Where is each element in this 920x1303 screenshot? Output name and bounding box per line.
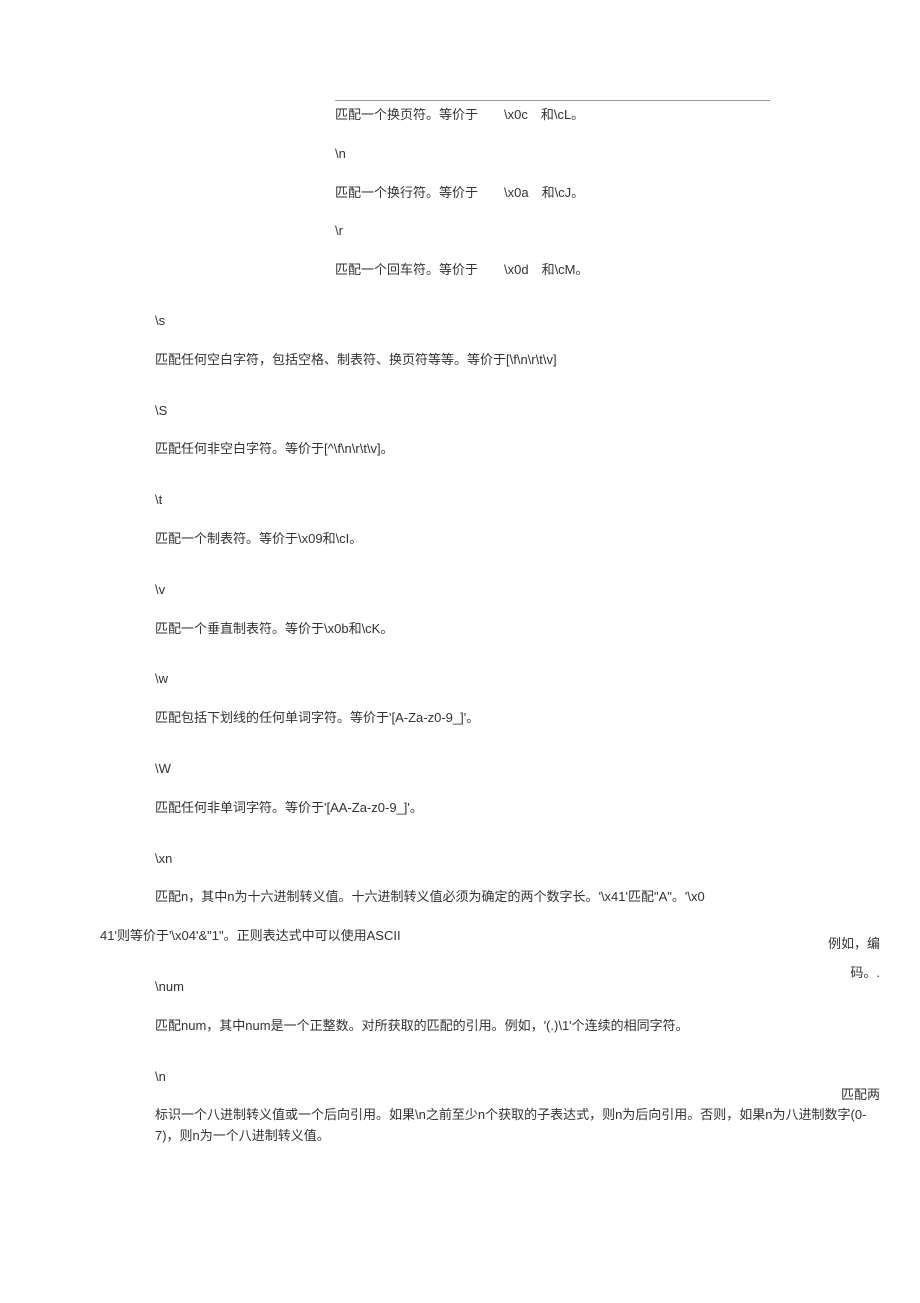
side-note: 匹配两 <box>830 1085 880 1106</box>
entry-head: \S <box>155 401 770 422</box>
entry-desc: 匹配包括下划线的任何单词字符。等价于'[A-Za-z0-9_]'。 <box>155 708 770 729</box>
entry-head: \s <box>155 311 770 332</box>
entry-head: \r <box>335 221 770 242</box>
entry-desc: 标识一个八进制转义值或一个后向引用。如果\n之前至少n个获取的子表达式，则n为后… <box>155 1105 880 1147</box>
entry-head: \w <box>155 669 770 690</box>
entry-desc: 匹配一个换页符。等价于 \x0c 和\cL。 <box>335 100 770 126</box>
entry-head: \v <box>155 580 770 601</box>
entry-desc: 41'则等价于'\x04'&"1"。正则表达式中可以使用ASCII <box>100 926 790 947</box>
entry-head: \xn <box>155 849 920 870</box>
entry-desc: 匹配任何非单词字符。等价于'[AA-Za-z0-9_]'。 <box>155 798 770 819</box>
entry-desc: 匹配一个换行符。等价于 \x0a 和\cJ。 <box>335 183 770 204</box>
entry-desc: 匹配n，其中n为十六进制转义值。十六进制转义值必须为确定的两个数字长。'\x41… <box>155 887 920 908</box>
entry-head: \W <box>155 759 770 780</box>
entry-desc: 匹配num，其中num是一个正整数。对所获取的匹配的引用。例如，'(.)\1'个… <box>155 1016 770 1037</box>
entry-head: \n <box>155 1067 770 1088</box>
entry-desc: 匹配任何非空白字符。等价于[^\f\n\r\t\v]。 <box>155 439 770 460</box>
side-note: 例如，编码。. <box>810 930 880 987</box>
entry-head: \t <box>155 490 770 511</box>
entry-head: \n <box>335 144 770 165</box>
entry-desc: 匹配一个垂直制表符。等价于\x0b和\cK。 <box>155 619 770 640</box>
entry-head: \num <box>155 977 770 998</box>
entry-desc: 匹配任何空白字符，包括空格、制表符、换页符等等。等价于[\f\n\r\t\v] <box>155 350 770 371</box>
entry-desc: 匹配一个回车符。等价于 \x0d 和\cM。 <box>335 260 770 281</box>
entry-desc: 匹配一个制表符。等价于\x09和\cI。 <box>155 529 770 550</box>
